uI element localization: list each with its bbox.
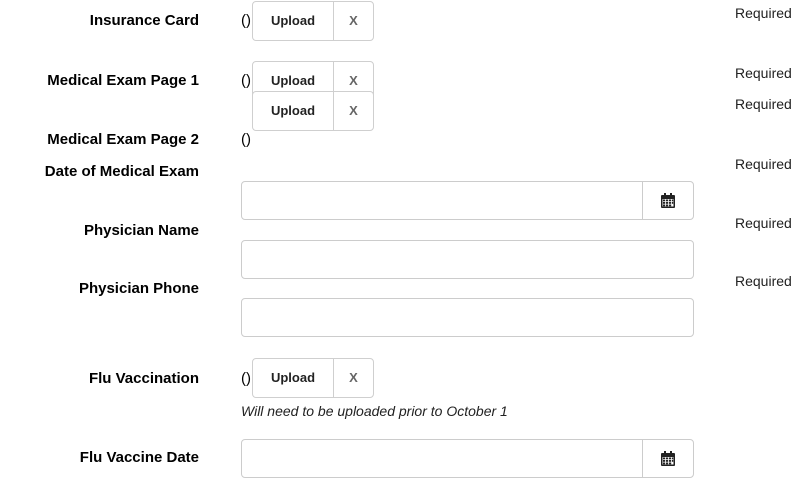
calendar-icon — [661, 193, 675, 208]
insurance-card-remove-button[interactable]: X — [333, 1, 374, 41]
medical-exam-page-2-label: Medical Exam Page 2 — [47, 131, 199, 148]
physician-name-label: Physician Name — [83, 222, 199, 239]
medical-exam-page-1-file-value: () — [241, 72, 251, 89]
insurance-card-upload-button[interactable]: Upload — [252, 1, 334, 41]
insurance-card-file-value: () — [241, 12, 251, 29]
physician-name-required: Required — [735, 215, 792, 231]
date-of-medical-exam-calendar-button[interactable] — [642, 181, 694, 220]
physician-phone-required: Required — [735, 273, 792, 289]
medical-exam-page-1-required: Required — [735, 65, 792, 81]
date-of-medical-exam-input[interactable] — [241, 181, 643, 220]
insurance-card-required: Required — [735, 5, 792, 21]
flu-vaccination-file-value: () — [241, 370, 251, 387]
date-of-medical-exam-required: Required — [735, 156, 792, 172]
flu-vaccination-remove-button[interactable]: X — [333, 358, 374, 398]
flu-vaccination-upload-button[interactable]: Upload — [252, 358, 334, 398]
physician-phone-label: Physician Phone — [78, 280, 199, 297]
insurance-card-label: Insurance Card — [89, 12, 199, 29]
date-of-medical-exam-label: Date of Medical Exam — [44, 163, 199, 180]
flu-vaccine-date-label: Flu Vaccine Date — [79, 449, 199, 466]
flu-vaccination-note: Will need to be uploaded prior to Octobe… — [241, 403, 508, 419]
medical-exam-page-2-required: Required — [735, 96, 792, 112]
physician-name-input[interactable] — [241, 240, 694, 279]
medical-exam-page-2-remove-button[interactable]: X — [333, 91, 374, 131]
medical-exam-page-2-file-value: () — [241, 131, 251, 148]
physician-phone-input[interactable] — [241, 298, 694, 337]
calendar-icon — [661, 451, 675, 466]
flu-vaccination-label: Flu Vaccination — [88, 370, 199, 387]
flu-vaccine-date-calendar-button[interactable] — [642, 439, 694, 478]
medical-exam-page-1-label: Medical Exam Page 1 — [47, 72, 199, 89]
flu-vaccine-date-input[interactable] — [241, 439, 643, 478]
medical-exam-page-2-upload-button[interactable]: Upload — [252, 91, 334, 131]
